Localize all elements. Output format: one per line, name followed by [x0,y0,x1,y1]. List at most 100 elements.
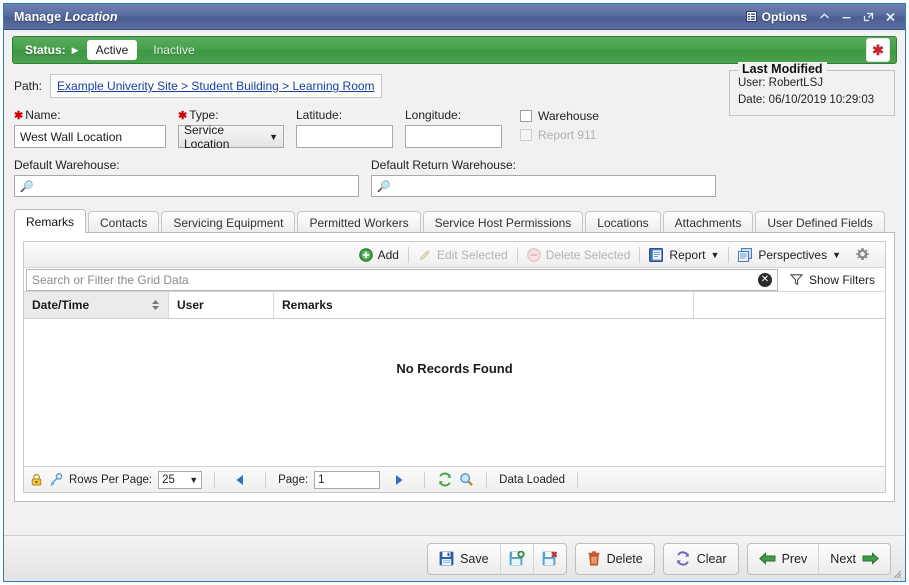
tab-service-host-permissions[interactable]: Service Host Permissions [423,211,584,233]
grid-search-input[interactable] [27,271,758,289]
location-form: Last Modified User: RobertLSJ Date: 06/1… [4,64,905,197]
page-number-input[interactable]: 1 [314,471,380,489]
name-label: ✱Name: [14,108,166,122]
minimize-window-button[interactable] [835,7,857,27]
close-window-button[interactable] [879,7,901,27]
tab-servicing-equipment[interactable]: Servicing Equipment [161,211,295,233]
report911-checkbox [520,129,532,141]
chevron-down-icon: ▼ [269,132,278,142]
longitude-label: Longitude: [405,108,502,122]
toolbar-separator [408,247,409,263]
clear-button[interactable]: Clear [664,544,738,574]
show-filters-label: Show Filters [809,273,875,287]
options-list-icon [746,11,757,22]
prev-button[interactable]: Prev [748,544,820,574]
window-title-prefix: Manage [14,10,61,24]
restore-window-button[interactable] [857,7,879,27]
show-filters-button[interactable]: Show Filters [778,268,885,291]
resize-grip[interactable] [890,567,902,579]
toolbar-separator [517,247,518,263]
navigation-button-group: Prev Next [747,543,891,575]
delete-button-group: Delete [575,543,655,575]
delete-circle-icon [527,248,541,262]
last-modified-panel: Last Modified User: RobertLSJ Date: 06/1… [729,70,895,116]
default-warehouse-group: Default Warehouse: 🔍 [14,158,359,197]
grid-footer: Rows Per Page: 25 ▼ Page: 1 [24,466,885,492]
status-bar: Status: ▶ Active Inactive ✱ [12,36,897,64]
tab-contacts-label: Contacts [100,216,147,230]
window-title-entity: Location [65,10,118,24]
tab-locations[interactable]: Locations [585,211,660,233]
funnel-icon [790,273,803,286]
chevron-down-icon: ▼ [189,475,198,485]
default-return-warehouse-input[interactable]: 🔍 [371,175,716,197]
checkbox-column: Warehouse Report 911 [520,109,599,148]
column-header-datetime[interactable]: Date/Time [24,292,169,318]
clear-search-icon[interactable]: ✕ [758,273,772,287]
grid-search-field[interactable]: ✕ [26,269,778,291]
rows-per-page-select[interactable]: 25 ▼ [158,471,202,489]
status-active-option[interactable]: Active [87,40,138,60]
default-warehouse-label: Default Warehouse: [14,158,359,172]
warehouse-checkbox-row[interactable]: Warehouse [520,109,599,123]
search-icon: 🔍 [20,180,34,193]
footer-separator [265,472,266,488]
arrow-right-icon [862,552,879,565]
window-title-bar: Manage Location Options [4,4,905,30]
longitude-input[interactable] [405,125,502,148]
key-icon[interactable] [49,473,63,486]
column-header-user-label: User [177,298,204,312]
tab-locations-label: Locations [597,216,648,230]
required-asterisk-button[interactable]: ✱ [866,38,890,62]
save-and-new-button[interactable] [501,544,534,574]
report911-checkbox-label: Report 911 [538,128,596,142]
save-button-group: Save [427,543,567,575]
default-warehouse-input[interactable]: 🔍 [14,175,359,197]
grid-search-icon[interactable] [459,472,474,487]
options-button[interactable]: Options [740,8,813,26]
add-button[interactable]: Add [352,245,406,265]
save-and-close-button[interactable] [534,544,566,574]
warehouse-checkbox-label: Warehouse [538,109,599,123]
report-button[interactable]: Report ▼ [642,245,726,265]
grid-settings-button[interactable] [848,245,877,265]
footer-separator [486,472,487,488]
status-inactive-option[interactable]: Inactive [153,43,194,57]
clear-button-group: Clear [663,543,739,575]
window-title: Manage Location [14,10,118,24]
tab-user-defined-fields[interactable]: User Defined Fields [755,211,884,233]
collapse-window-button[interactable] [813,7,835,27]
latitude-input[interactable] [296,125,393,148]
delete-selected-label: Delete Selected [546,248,631,262]
perspectives-windows-icon [738,248,753,262]
clear-refresh-icon [675,551,691,566]
path-field[interactable]: Example Univerity Site > Student Buildin… [50,74,382,98]
path-link[interactable]: Example Univerity Site > Student Buildin… [57,79,375,93]
column-header-remarks-label: Remarks [282,298,333,312]
warehouse-checkbox[interactable] [520,110,532,122]
sort-arrows-icon [151,299,160,311]
next-button[interactable]: Next [819,544,890,574]
type-select[interactable]: Service Location ▼ [178,125,284,148]
tab-remarks-label: Remarks [26,215,74,229]
lock-icon[interactable] [30,473,43,486]
options-label: Options [762,10,807,24]
tab-attachments[interactable]: Attachments [663,211,754,233]
grid-search-bar: ✕ Show Filters [24,268,885,292]
tab-contacts[interactable]: Contacts [88,211,159,233]
last-modified-legend: Last Modified [738,62,827,76]
add-circle-icon [359,248,373,262]
name-input[interactable] [14,125,166,148]
tab-permitted-workers[interactable]: Permitted Workers [297,211,420,233]
arrow-left-icon [759,552,776,565]
delete-button[interactable]: Delete [576,544,654,574]
trash-icon [587,551,601,566]
column-header-remarks[interactable]: Remarks [274,292,694,318]
next-page-button[interactable] [386,474,412,486]
previous-page-button[interactable] [227,474,253,486]
perspectives-button[interactable]: Perspectives ▼ [731,245,848,265]
tab-remarks[interactable]: Remarks [14,209,86,233]
save-button[interactable]: Save [428,544,501,574]
refresh-icon[interactable] [437,472,453,487]
column-header-user[interactable]: User [169,292,274,318]
